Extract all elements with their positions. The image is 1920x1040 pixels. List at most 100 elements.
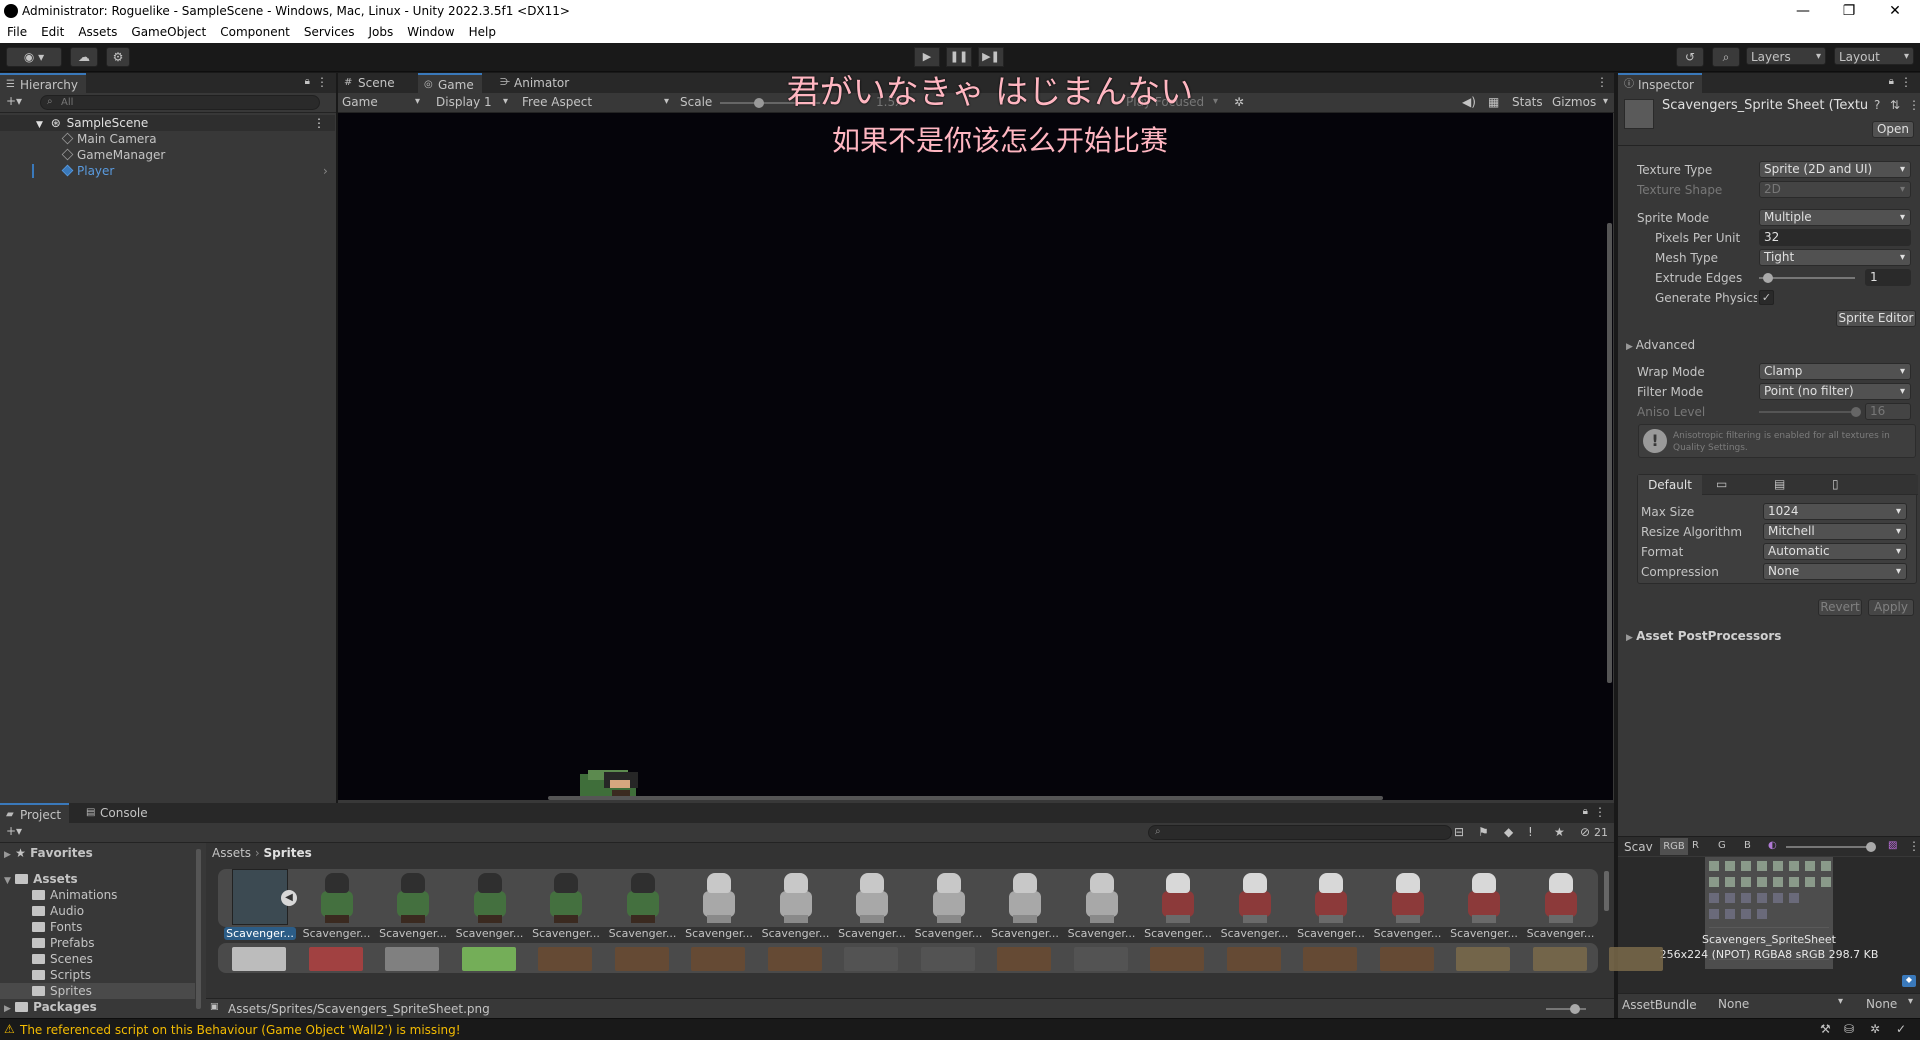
sprite-asset-item[interactable]: Scavenger... [913,869,985,944]
format-dropdown[interactable]: Automatic [1763,543,1907,560]
tree-folder-fonts[interactable]: Fonts [0,919,195,935]
extrude-slider-handle[interactable] [1763,273,1773,283]
close-button[interactable]: ✕ [1872,0,1918,22]
channel-r-button[interactable]: R [1692,840,1699,851]
compression-dropdown[interactable]: None [1763,563,1907,580]
settings-icon[interactable]: ⇅ [1890,98,1900,112]
sprite-asset-item[interactable] [1303,947,1357,971]
lock-icon[interactable]: 🔒︎ [1583,806,1588,817]
maximize-button[interactable]: ❐ [1826,0,1872,22]
tab-inspector[interactable]: ⓘ Inspector [1618,73,1702,93]
sprite-asset-item[interactable] [1609,947,1663,971]
sprite-asset-item[interactable]: Scavenger... [1142,869,1214,944]
sprite-asset-item[interactable]: Scavenger... [1525,869,1597,944]
asset-bundle-variant-dropdown[interactable]: None [1864,996,1908,1013]
scene-menu-icon[interactable]: ⋮ [313,115,325,131]
sprite-asset-item[interactable]: Scavenger... [683,869,755,944]
mip-slider-handle[interactable] [1866,842,1876,852]
menu-window[interactable]: Window [400,22,461,43]
sprite-asset-item[interactable]: Scavenger... [1066,869,1138,944]
sprite-asset-item[interactable] [1379,947,1434,971]
tree-folder-audio[interactable]: Audio [0,903,195,919]
asset-browser-scrollbar[interactable] [1604,871,1609,911]
game-viewport[interactable] [338,113,1613,800]
hierarchy-item-main-camera[interactable]: Main Camera [0,131,335,147]
tab-animator[interactable]: ⋺ Animator [494,73,577,93]
thumbnail-size-slider-handle[interactable] [1570,1004,1580,1014]
chevron-right-icon[interactable]: › [323,163,328,179]
cache-server-icon[interactable]: ⛁ [1844,1022,1854,1036]
tab-game[interactable]: ◎ Game [418,73,482,93]
sprite-editor-button[interactable]: Sprite Editor [1836,310,1916,327]
max-size-dropdown[interactable]: 1024 [1763,503,1907,520]
display-dropdown[interactable]: Display 1 [432,93,512,111]
asset-bundle-dropdown[interactable]: None [1714,996,1854,1013]
status-check-icon[interactable]: ✓ [1896,1022,1906,1036]
filter-icon[interactable]: ⚑ [1478,825,1489,839]
filter-mode-dropdown[interactable]: Point (no filter) [1759,383,1911,400]
step-button[interactable]: ▶❚ [978,47,1004,67]
platform-tab-webgl-icon[interactable]: ▤ [1774,477,1785,491]
tree-favorites[interactable]: ▶ ★ Favorites [0,845,195,861]
favorite-star-icon[interactable]: ★ [1554,825,1565,839]
sprite-asset-item[interactable] [308,947,363,971]
scene-row[interactable]: ▼ ⊛ SampleScene ⋮ [0,115,335,131]
texture-type-dropdown[interactable]: Sprite (2D and UI) [1759,161,1911,178]
add-icon[interactable]: +▾ [6,824,22,838]
horizontal-scrollbar[interactable] [548,796,1383,800]
help-icon[interactable]: ? [1874,98,1880,112]
sprite-asset-item[interactable]: Scavenger... [989,869,1061,944]
more-menu-icon[interactable]: ⋮ [316,75,328,89]
tree-packages[interactable]: ▶ Packages [0,999,195,1015]
pixels-per-unit-input[interactable]: 32 [1759,229,1911,246]
tree-folder-scenes[interactable]: Scenes [0,951,195,967]
menu-assets[interactable]: Assets [71,22,124,43]
sprite-asset-item[interactable] [1532,947,1587,971]
sprite-asset-item[interactable] [1073,947,1128,971]
add-icon[interactable]: +▾ [6,94,22,108]
sprite-asset-item[interactable]: Scavenger... [836,869,908,944]
menu-file[interactable]: File [0,22,34,43]
sprite-asset-item[interactable]: Scavenger... [1372,869,1444,944]
extrude-slider[interactable] [1759,277,1855,279]
tree-folder-prefabs[interactable]: Prefabs [0,935,195,951]
sprite-asset-item[interactable]: Scavenger... [530,869,602,944]
hidden-packages-icon[interactable]: ⊘ [1580,825,1590,839]
more-menu-icon[interactable]: ⋮ [1900,75,1912,89]
thumbnail-size-slider[interactable] [1546,1008,1586,1010]
history-icon[interactable]: ↺ [1676,47,1704,67]
advanced-foldout[interactable]: ▶ Advanced [1626,338,1695,352]
aspect-dropdown[interactable]: Free Aspect [518,93,673,111]
more-menu-icon[interactable]: ⋮ [1908,98,1920,112]
sprite-mode-dropdown[interactable]: Multiple [1759,209,1911,226]
tab-console[interactable]: ▤ Console [80,803,156,823]
tree-assets[interactable]: ▼ Assets [0,871,195,887]
collab-icon[interactable]: ⚙ [106,47,130,67]
tab-hierarchy[interactable]: ☰ Hierarchy [0,73,87,93]
sprite-asset-item[interactable] [767,947,822,971]
lock-icon[interactable]: 🔒︎ [1889,76,1894,87]
sprite-asset-item[interactable] [614,947,669,971]
menu-jobs[interactable]: Jobs [362,22,401,43]
label-icon[interactable]: ◆ [1504,825,1513,839]
menu-component[interactable]: Component [213,22,297,43]
minimize-button[interactable]: — [1780,0,1826,22]
progress-icon[interactable]: ⚒ [1820,1022,1831,1036]
search-by-type-icon[interactable]: ⊟ [1454,825,1464,839]
tree-folder-animations[interactable]: Animations [0,887,195,903]
tab-scene[interactable]: # Scene [338,73,403,93]
collapse-arrow-icon[interactable]: ◀ [281,890,297,906]
extrude-edges-input[interactable]: 1 [1865,269,1911,286]
platform-tab-standalone-icon[interactable]: ▭ [1716,477,1727,491]
preview-options-icon[interactable]: ▨ [1888,840,1897,851]
sprite-asset-item[interactable] [920,947,975,971]
menu-edit[interactable]: Edit [34,22,71,43]
menu-help[interactable]: Help [462,22,503,43]
more-menu-icon[interactable]: ⋮ [1594,805,1606,819]
game-mode-dropdown[interactable]: Game [338,93,424,111]
project-search-input[interactable]: ⌕ [1148,825,1452,840]
sprite-asset-item[interactable] [385,947,439,971]
sprite-asset-item[interactable]: Scavenger... [1295,869,1367,944]
debug-mode-icon[interactable]: ✲ [1870,1022,1880,1036]
platform-tab-android-icon[interactable]: ▯ [1832,477,1839,491]
